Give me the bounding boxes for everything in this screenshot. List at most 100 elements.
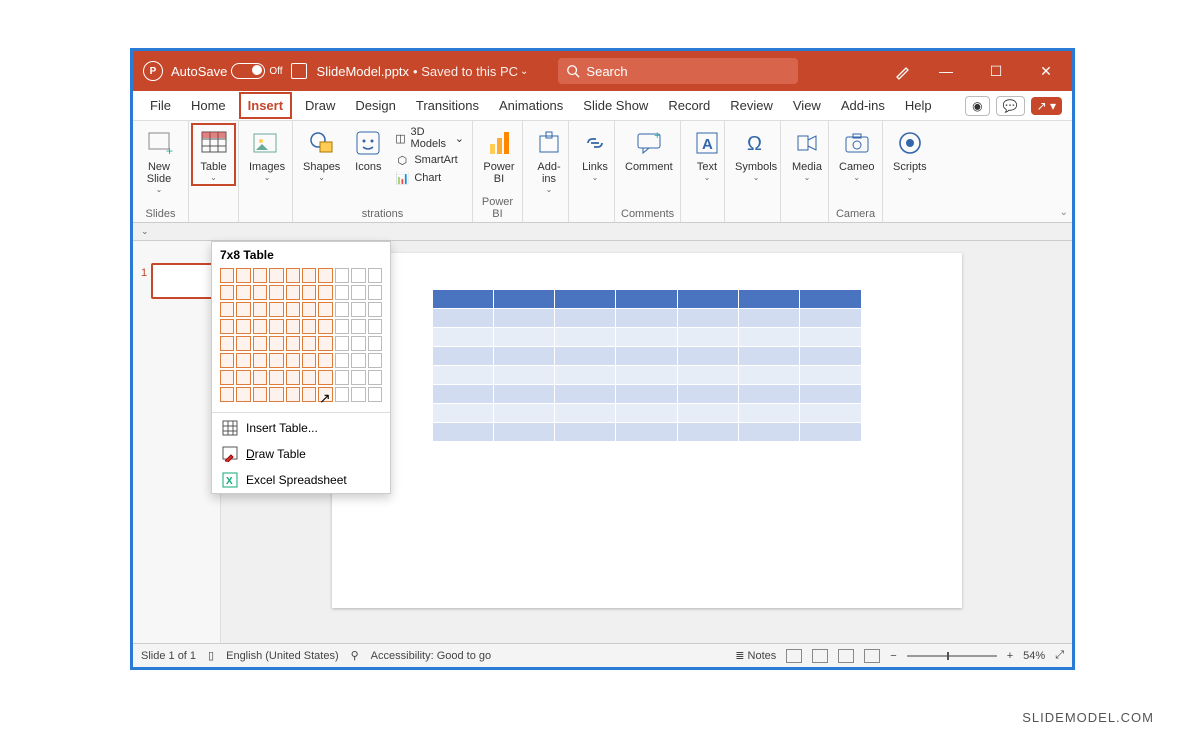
cameo-button[interactable]: Cameo⌄ xyxy=(835,125,878,184)
grid-cell[interactable] xyxy=(335,387,349,402)
grid-cell[interactable] xyxy=(286,387,300,402)
normal-view-button[interactable] xyxy=(786,649,802,663)
grid-cell[interactable] xyxy=(302,268,316,283)
grid-cell[interactable] xyxy=(368,285,382,300)
grid-cell[interactable] xyxy=(269,302,283,317)
grid-cell[interactable] xyxy=(220,302,234,317)
grid-cell[interactable] xyxy=(286,336,300,351)
tab-transitions[interactable]: Transitions xyxy=(409,94,486,117)
grid-cell[interactable] xyxy=(302,387,316,402)
grid-cell[interactable] xyxy=(236,268,250,283)
grid-cell[interactable] xyxy=(368,319,382,334)
tab-draw[interactable]: Draw xyxy=(298,94,342,117)
tab-addins[interactable]: Add-ins xyxy=(834,94,892,117)
grid-cell[interactable] xyxy=(269,268,283,283)
ribbon-collapse-icon[interactable]: ⌄ xyxy=(1060,207,1068,218)
grid-cell[interactable] xyxy=(351,353,365,368)
chevron-down-icon[interactable]: ⌄ xyxy=(141,226,149,237)
language-label[interactable]: English (United States) xyxy=(226,650,339,662)
scripts-button[interactable]: Scripts⌄ xyxy=(889,125,931,184)
zoom-in-button[interactable]: + xyxy=(1007,650,1013,662)
tab-review[interactable]: Review xyxy=(723,94,780,117)
table-button[interactable]: Table⌄ xyxy=(191,123,236,186)
grid-cell[interactable] xyxy=(302,336,316,351)
maximize-button[interactable]: ☐ xyxy=(980,63,1012,80)
grid-cell[interactable] xyxy=(302,370,316,385)
grid-cell[interactable] xyxy=(286,302,300,317)
shapes-button[interactable]: Shapes⌄ xyxy=(299,125,344,184)
grid-cell[interactable] xyxy=(220,336,234,351)
grid-cell[interactable] xyxy=(269,353,283,368)
grid-cell[interactable] xyxy=(220,353,234,368)
grid-cell[interactable] xyxy=(253,319,267,334)
tab-animations[interactable]: Animations xyxy=(492,94,570,117)
slide-sorter-button[interactable] xyxy=(812,649,828,663)
reading-view-button[interactable] xyxy=(838,649,854,663)
grid-cell[interactable] xyxy=(302,285,316,300)
close-button[interactable]: ✕ xyxy=(1030,63,1062,80)
record-button[interactable]: ◉ xyxy=(965,96,989,116)
grid-cell[interactable] xyxy=(286,268,300,283)
images-button[interactable]: Images⌄ xyxy=(245,125,289,184)
grid-cell[interactable] xyxy=(368,268,382,283)
grid-cell[interactable] xyxy=(318,353,332,368)
grid-cell[interactable] xyxy=(335,319,349,334)
grid-cell[interactable] xyxy=(351,336,365,351)
grid-cell[interactable] xyxy=(368,370,382,385)
fit-to-window-button[interactable]: ⤢ xyxy=(1055,649,1064,662)
new-slide-button[interactable]: + NewSlide⌄ xyxy=(139,125,179,196)
grid-cell[interactable] xyxy=(253,370,267,385)
grid-cell[interactable] xyxy=(368,302,382,317)
grid-cell[interactable] xyxy=(318,268,332,283)
grid-cell[interactable] xyxy=(286,370,300,385)
slide-canvas[interactable] xyxy=(332,253,962,608)
grid-cell[interactable] xyxy=(351,268,365,283)
grid-cell[interactable] xyxy=(286,319,300,334)
grid-cell[interactable] xyxy=(236,336,250,351)
grid-cell[interactable] xyxy=(335,370,349,385)
addins-button[interactable]: Add-ins⌄ xyxy=(529,125,569,196)
grid-cell[interactable] xyxy=(220,319,234,334)
grid-cell[interactable] xyxy=(220,370,234,385)
grid-cell[interactable] xyxy=(318,285,332,300)
grid-cell[interactable] xyxy=(236,353,250,368)
slideshow-view-button[interactable] xyxy=(864,649,880,663)
3d-models-button[interactable]: ◫3D Models ⌄ xyxy=(392,125,466,151)
slide-thumbnail[interactable] xyxy=(151,263,213,299)
grid-cell[interactable] xyxy=(351,285,365,300)
grid-cell[interactable] xyxy=(269,336,283,351)
zoom-value[interactable]: 54% xyxy=(1023,650,1045,662)
icons-button[interactable]: Icons xyxy=(348,125,388,175)
links-button[interactable]: Links⌄ xyxy=(575,125,615,184)
grid-cell[interactable] xyxy=(368,336,382,351)
grid-cell[interactable] xyxy=(253,268,267,283)
powerbi-button[interactable]: PowerBI xyxy=(479,125,519,187)
grid-cell[interactable] xyxy=(302,319,316,334)
save-icon[interactable] xyxy=(291,63,307,79)
chevron-down-icon[interactable]: ⌄ xyxy=(520,66,528,77)
grid-cell[interactable] xyxy=(335,353,349,368)
grid-cell[interactable] xyxy=(368,353,382,368)
grid-cell[interactable] xyxy=(269,370,283,385)
smartart-button[interactable]: ⬡SmartArt xyxy=(392,151,466,169)
comment-button[interactable]: + Comment xyxy=(621,125,677,175)
grid-cell[interactable] xyxy=(318,302,332,317)
notes-button[interactable]: ≣ Notes xyxy=(735,649,776,662)
zoom-out-button[interactable]: − xyxy=(890,650,896,662)
grid-cell[interactable] xyxy=(220,285,234,300)
media-button[interactable]: Media⌄ xyxy=(787,125,827,184)
grid-cell[interactable] xyxy=(335,285,349,300)
grid-cell[interactable] xyxy=(351,302,365,317)
grid-cell[interactable] xyxy=(368,387,382,402)
symbols-button[interactable]: Ω Symbols⌄ xyxy=(731,125,781,184)
grid-cell[interactable] xyxy=(253,353,267,368)
grid-cell[interactable] xyxy=(351,319,365,334)
accessibility-label[interactable]: Accessibility: Good to go xyxy=(371,650,491,662)
grid-cell[interactable] xyxy=(253,302,267,317)
grid-cell[interactable] xyxy=(236,387,250,402)
comments-button[interactable]: 💬 xyxy=(996,96,1025,116)
toggle-icon[interactable] xyxy=(231,63,265,79)
grid-cell[interactable] xyxy=(318,370,332,385)
insert-table-menuitem[interactable]: Insert Table... xyxy=(212,415,390,441)
grid-cell[interactable] xyxy=(236,302,250,317)
